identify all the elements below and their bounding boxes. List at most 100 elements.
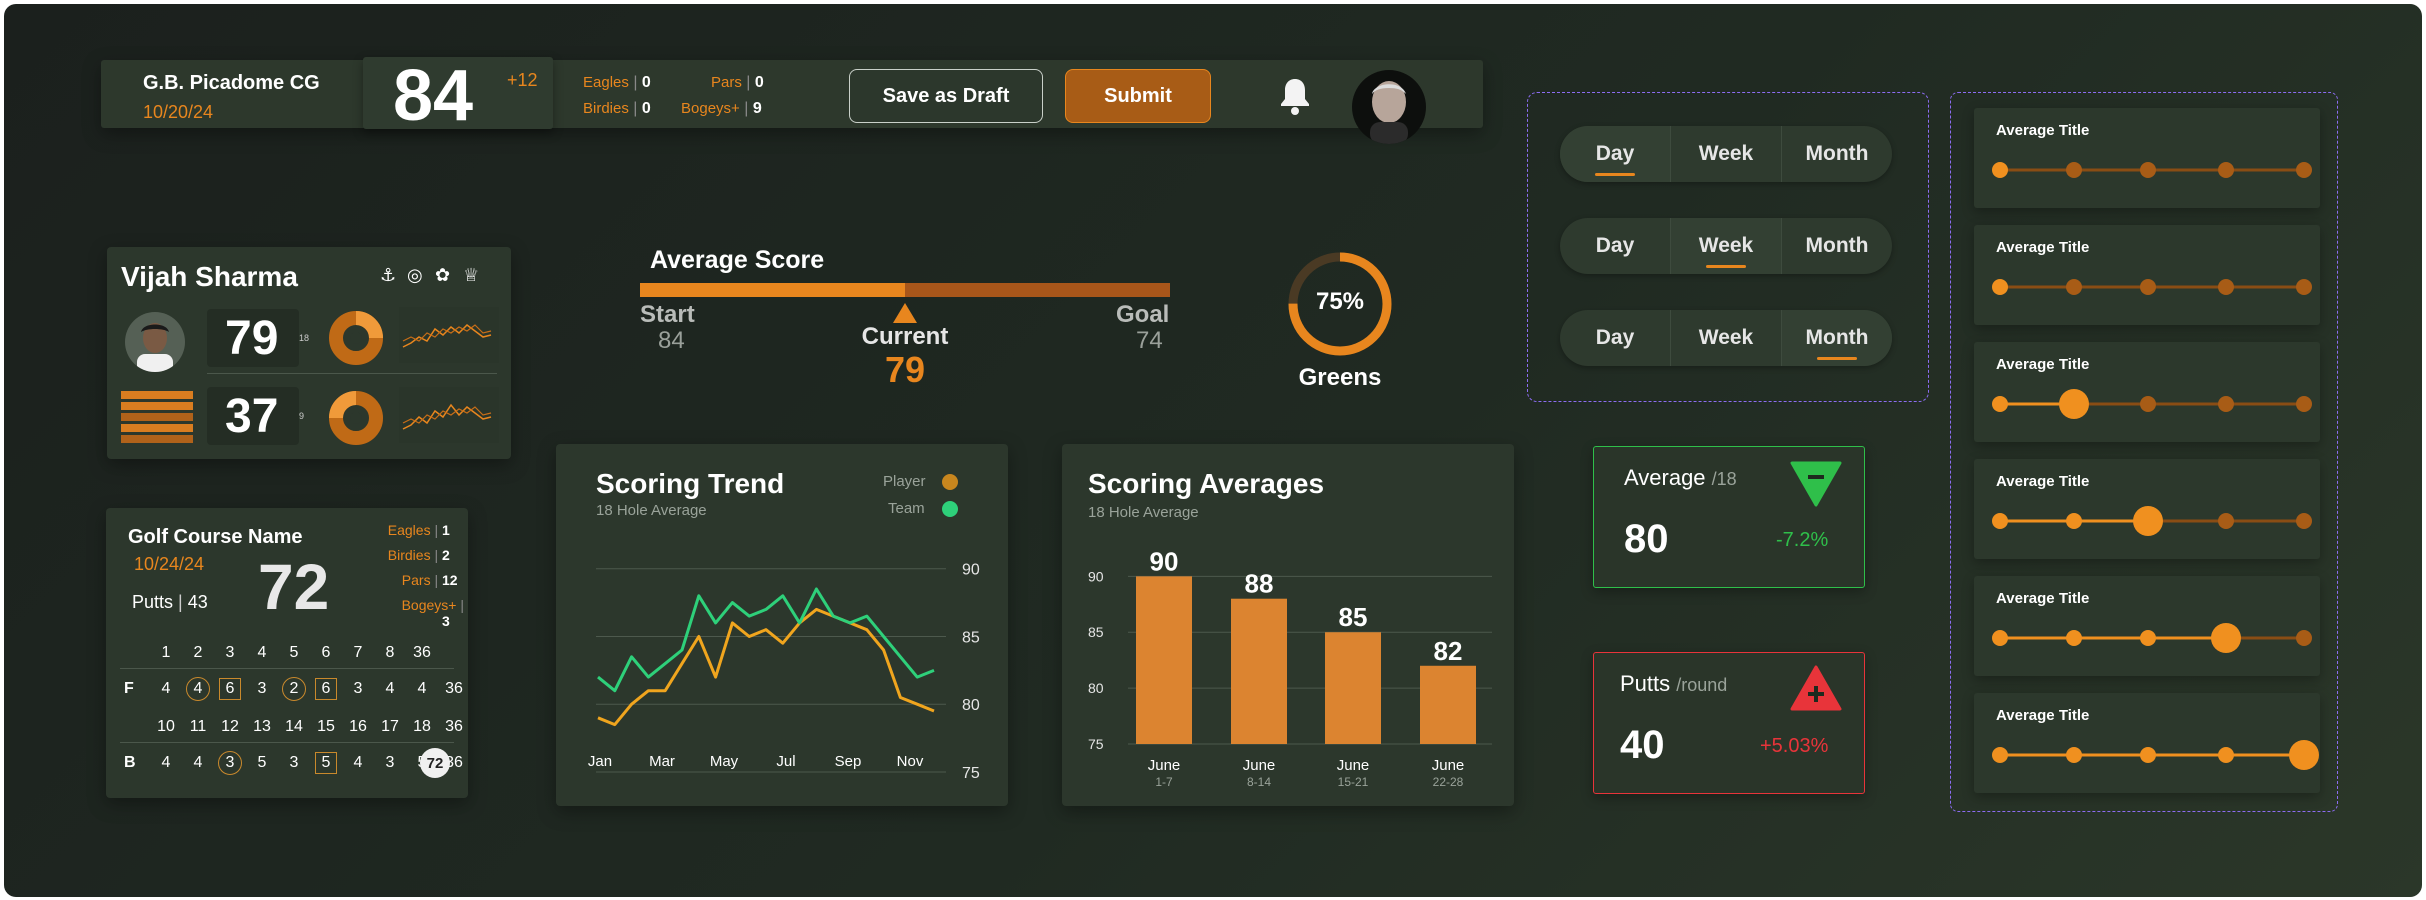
scorecard-course: Golf Course Name	[128, 526, 303, 548]
slider-track[interactable]	[1974, 225, 2320, 325]
slider-thumb	[2211, 623, 2241, 653]
x-tick-label: Sep	[835, 753, 862, 770]
score-cell: 36	[413, 644, 431, 661]
score-cell: 3	[225, 644, 235, 661]
putts-card-title: Putts /round	[1620, 671, 1727, 697]
y-tick-label: 90	[962, 562, 980, 579]
score-cell: 18	[413, 718, 431, 735]
score-cell: 6	[219, 678, 241, 700]
scorecard-total: 72	[258, 551, 330, 623]
avatar[interactable]	[1352, 70, 1426, 144]
slider-step	[2066, 279, 2082, 295]
stat-label: Bogeys+	[681, 100, 740, 117]
toggle-option-week[interactable]: Week	[1671, 218, 1782, 274]
slider-step	[2140, 279, 2156, 295]
y-tick-label: 90	[1088, 568, 1104, 584]
submit-button[interactable]: Submit	[1065, 69, 1211, 123]
score-cell: 2	[282, 677, 306, 701]
score-cell: 4	[193, 754, 203, 771]
slider-step	[2140, 162, 2156, 178]
average-unit: /18	[1711, 469, 1737, 489]
stat-value: 0	[641, 74, 651, 91]
current-marker-icon	[893, 303, 917, 323]
toggle-option-week[interactable]: Week	[1671, 310, 1782, 366]
score-cell: 16	[349, 718, 367, 735]
slider-step	[1992, 630, 2008, 646]
slider-card: Average Title	[1974, 225, 2320, 325]
slider-track[interactable]	[1974, 576, 2320, 676]
slider-track[interactable]	[1974, 693, 2320, 793]
round-date: 10/20/24	[143, 102, 214, 122]
period-toggle: Day Week Month	[1560, 126, 1892, 182]
stat-label: Bogeys+	[401, 597, 457, 613]
toggle-option-month[interactable]: Month	[1782, 126, 1892, 182]
slider-track[interactable]	[1974, 108, 2320, 208]
slider-step	[2296, 162, 2312, 178]
scoring-averages-chart: 75808590 90June1-788June8-1485June15-2182…	[1088, 546, 1492, 789]
putts-card-label: Putts	[1620, 671, 1671, 696]
flower-icon: ✿	[435, 265, 451, 285]
score-cell: 6	[321, 644, 331, 661]
scorecard-date: 10/24/24	[134, 554, 205, 574]
front-holes-row: 1 2 3 4 5 6 7 8 36	[150, 644, 438, 662]
toggle-option-day[interactable]: Day	[1560, 310, 1671, 366]
player-score-18: 79	[225, 312, 279, 365]
slider-track[interactable]	[1974, 342, 2320, 442]
score-cell: 4	[353, 754, 363, 771]
slider-thumb	[2289, 740, 2319, 770]
score-cell: 3	[257, 680, 267, 697]
current-value: 79	[884, 349, 926, 390]
category-label: June	[1432, 757, 1465, 774]
series-line-team	[597, 587, 935, 693]
y-tick-label: 80	[1088, 680, 1104, 696]
slider-step	[2218, 396, 2234, 412]
average-change: -7.2%	[1776, 529, 1829, 551]
score-cell: 1	[161, 644, 171, 661]
toggle-option-day[interactable]: Day	[1560, 218, 1671, 274]
slider-step	[2140, 396, 2156, 412]
toggle-option-month[interactable]: Month	[1782, 218, 1892, 274]
toggle-option-month[interactable]: Month	[1782, 310, 1892, 366]
score-cell: 36	[445, 718, 463, 735]
mini-trend-chart-18	[399, 307, 499, 363]
score-cell: 11	[189, 718, 207, 735]
average-score-widget: Average Score Start 84 Current 79 Goal 7…	[640, 239, 1180, 399]
score-cell: 4	[161, 680, 171, 697]
start-label: Start	[640, 301, 695, 328]
back-total-badge: 72	[420, 748, 450, 778]
slider-card: Average Title	[1974, 693, 2320, 793]
toggle-option-week[interactable]: Week	[1671, 126, 1782, 182]
player-name: Vijah Sharma	[121, 261, 298, 292]
holes-18: 18	[299, 333, 310, 343]
slider-track[interactable]	[1974, 459, 2320, 559]
front-label: F	[124, 680, 134, 697]
slider-step	[2296, 630, 2312, 646]
score-cell: 13	[253, 718, 271, 735]
save-draft-button[interactable]: Save as Draft	[849, 69, 1043, 123]
toggle-option-day[interactable]: Day	[1560, 126, 1671, 182]
stat-label: Birdies	[387, 547, 431, 563]
donut-chart-18	[329, 311, 383, 365]
scoring-averages-panel: Scoring Averages 18 Hole Average 75 80 85 9…	[1062, 444, 1514, 806]
x-tick-label: Nov	[897, 753, 924, 770]
putts-card: Putts /round 40 +5.03%	[1593, 652, 1865, 794]
greens-widget: 75% Greens	[1280, 246, 1400, 396]
data-label: 90	[1150, 546, 1179, 576]
bell-icon[interactable]	[1277, 76, 1313, 116]
front-scores-row: 4 4 6 3 2 6 3 4 4 36	[150, 677, 470, 701]
slider-card: Average Title	[1974, 342, 2320, 442]
greens-label: Greens	[1298, 364, 1382, 391]
slider-card: Average Title	[1974, 459, 2320, 559]
score-cell: 7	[353, 644, 363, 661]
round-header: G.B. Picadome CG 10/20/24 84 +12 Eagles …	[101, 57, 1483, 144]
holes-9: 9	[299, 411, 305, 421]
putts-row: Putts | 43	[132, 592, 208, 612]
slider-step	[2140, 747, 2156, 763]
average-card-title: Average /18	[1624, 465, 1737, 491]
score-cell: 4	[186, 677, 210, 701]
target-icon: ◎	[407, 265, 423, 285]
y-tick-label: 80	[962, 697, 980, 714]
player-score-9: 37	[225, 390, 279, 443]
period-toggle: Day Week Month	[1560, 218, 1892, 274]
slider-step	[1992, 396, 2008, 412]
